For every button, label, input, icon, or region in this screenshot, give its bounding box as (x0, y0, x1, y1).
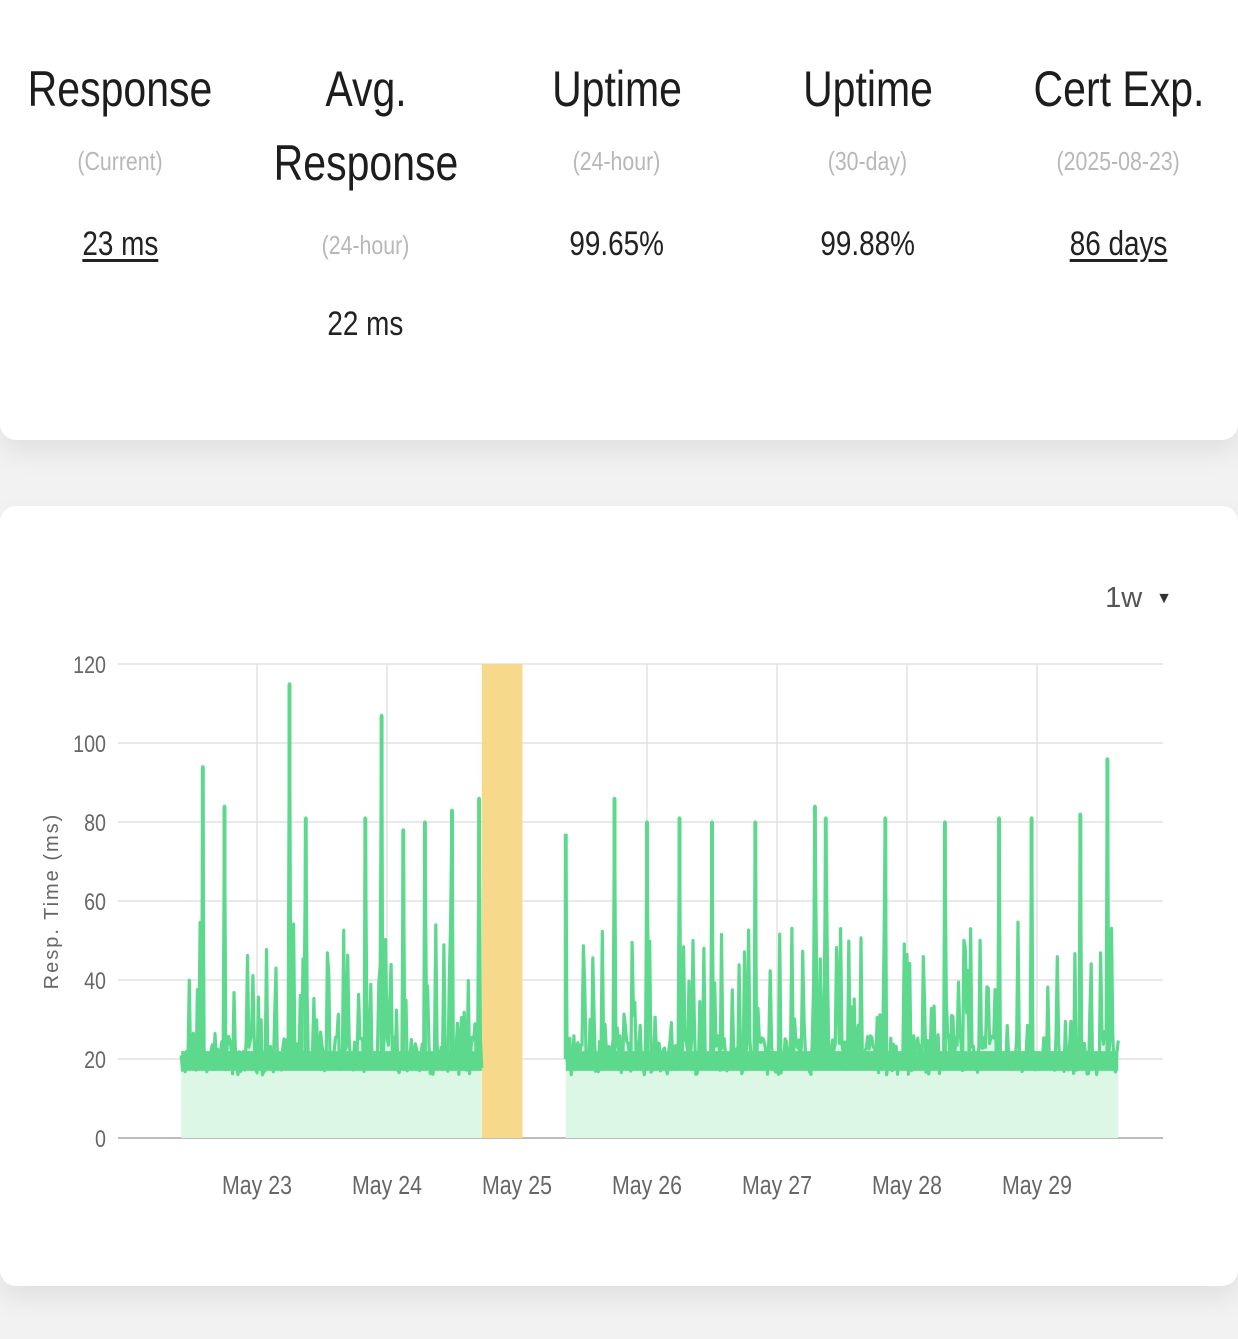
stat-subtitle: (24-hour) (572, 146, 661, 176)
downtime-band (481, 664, 523, 1138)
x-tick-label: May 29 (1002, 1171, 1072, 1201)
response-time-chart[interactable]: 0 20 40 60 80 100 120 May 23 May 24 May 25 May 26 M… (0, 506, 1238, 1286)
x-tick-label: May 27 (742, 1171, 812, 1201)
x-tick-label: May 25 (482, 1171, 552, 1201)
stat-uptime-30d: Uptime (30-day) 99.88% (742, 64, 993, 344)
y-tick-label: 80 (84, 809, 106, 836)
x-tick-label: May 24 (352, 1171, 422, 1201)
stat-subtitle: (Current) (77, 146, 163, 176)
y-tick-label: 0 (95, 1125, 106, 1152)
stat-cert-expiry: Cert Exp. (2025-08-23) 86 days (993, 64, 1238, 344)
y-axis-label: Resp. Time (ms) (41, 813, 63, 990)
stat-title: Uptime (802, 61, 933, 117)
stat-subtitle: (2025-08-23) (1056, 146, 1181, 176)
y-tick-label: 120 (73, 651, 106, 678)
stats-card: Response (Current) 23 ms Avg. Response (… (0, 0, 1238, 440)
x-tick-label: May 23 (222, 1171, 292, 1201)
y-tick-label: 100 (73, 730, 106, 757)
stat-subtitle: (24-hour) (321, 230, 410, 260)
stat-title: Response (27, 61, 213, 117)
y-tick-label: 60 (84, 888, 106, 915)
chart-card: 1w ▼ 0 20 40 60 80 100 120 May 23 May 24 May 25 Ma… (0, 506, 1238, 1286)
x-tick-label: May 26 (612, 1171, 682, 1201)
y-tick-label: 20 (84, 1046, 106, 1073)
stat-current-response: Response (Current) 23 ms (0, 64, 240, 344)
stats-row: Response (Current) 23 ms Avg. Response (… (0, 61, 1238, 344)
cert-expiry-link[interactable]: 86 days (1070, 225, 1168, 264)
stat-value: 99.88% (820, 225, 915, 263)
stat-title: Cert Exp. (1033, 61, 1204, 117)
current-response-link[interactable]: 23 ms (82, 225, 158, 264)
y-tick-label: 40 (84, 967, 106, 994)
x-tick-label: May 28 (872, 1171, 942, 1201)
stat-title: Uptime (551, 61, 682, 117)
stat-value: 22 ms (327, 305, 404, 343)
stat-title: Avg. Response (273, 61, 458, 191)
stat-value: 99.65% (569, 225, 664, 263)
stat-uptime-24h: Uptime (24-hour) 99.65% (491, 64, 742, 344)
stat-avg-response: Avg. Response (24-hour) 22 ms (240, 61, 491, 344)
stat-subtitle: (30-day) (827, 146, 908, 176)
